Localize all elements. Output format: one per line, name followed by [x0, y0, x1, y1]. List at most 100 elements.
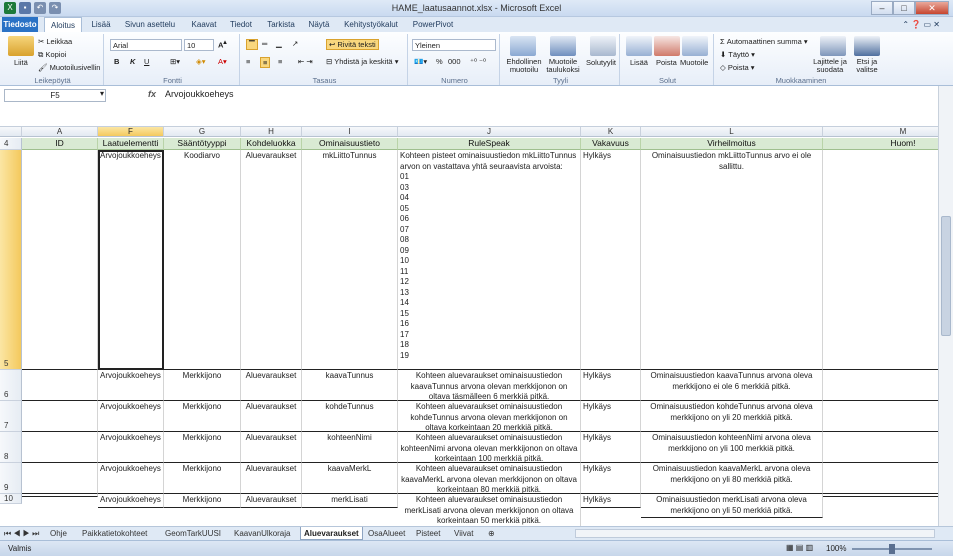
zoom-level[interactable]: 100% — [826, 544, 846, 553]
fill-color-icon[interactable]: ◈▾ — [196, 57, 206, 66]
sheet-tab-ohje[interactable]: Ohje — [50, 527, 67, 540]
tab-home[interactable]: Aloitus — [44, 17, 82, 32]
cell-f8[interactable]: Arvojoukkoeheys — [98, 432, 164, 463]
number-format-combo[interactable]: Yleinen — [412, 39, 496, 51]
tab-developer[interactable]: Kehitystyökalut — [340, 17, 402, 32]
cell-styles-icon[interactable] — [590, 36, 616, 56]
paste-icon[interactable] — [8, 36, 34, 56]
select-all-corner[interactable] — [0, 127, 22, 137]
tab-page-layout[interactable]: Sivun asettelu — [120, 17, 180, 32]
cell-f6[interactable]: Arvojoukkoeheys — [98, 370, 164, 401]
cell-g8[interactable]: Merkkijono — [164, 432, 241, 463]
format-cells-icon[interactable] — [682, 36, 708, 56]
sheet-tab-aluevaraukset[interactable]: Aluevaraukset — [300, 527, 363, 540]
cell-styles-button[interactable]: Solutyylit — [586, 58, 616, 67]
view-buttons[interactable]: ▦ ▤ ▥ — [786, 543, 813, 552]
ribbon-help-icons[interactable]: ⌃ ❓ ▭ ✕ — [880, 17, 940, 32]
insert-cells-icon[interactable] — [626, 36, 652, 56]
sheet-nav-icons[interactable]: ⏮ ◀ ▶ ⏭ — [4, 527, 39, 540]
indent-icons[interactable]: ⇤ ⇥ — [298, 57, 313, 66]
tab-data[interactable]: Tiedot — [226, 17, 256, 32]
borders-icon[interactable]: ⊞▾ — [170, 57, 180, 66]
maximize-button[interactable]: □ — [893, 1, 915, 15]
row-header-7[interactable]: 7 — [0, 401, 22, 432]
tab-file[interactable]: Tiedosto — [2, 17, 38, 32]
insert-function-icon[interactable]: fx — [148, 89, 156, 99]
cell-m5[interactable] — [823, 150, 938, 370]
merge-center-button[interactable]: ⊟ Yhdistä ja keskitä ▾ — [326, 57, 398, 66]
wrap-text-button[interactable]: ↩ Rivitä teksti — [326, 39, 379, 50]
cell-i10[interactable]: merkLisati — [302, 494, 398, 508]
row-header-5[interactable]: 5 — [0, 150, 22, 370]
sheet-tab-paikkatietokohteet[interactable]: Paikkatietokohteet — [82, 527, 147, 540]
align-middle-icon[interactable]: ═ — [262, 39, 267, 48]
cell-j10[interactable]: Kohteen aluevaraukset ominaisuustiedon m… — [398, 494, 581, 526]
row-header-10[interactable]: 10 — [0, 494, 22, 504]
row-header-6[interactable]: 6 — [0, 370, 22, 401]
column-header-g[interactable]: G — [164, 127, 241, 137]
sheet-tab-osaalueet[interactable]: OsaAlueet — [368, 527, 405, 540]
cell-l9[interactable]: Ominaisuustiedon kaavaMerkL arvona oleva… — [641, 463, 823, 494]
cell-j6[interactable]: Kohteen aluevaraukset ominaisuustiedon k… — [398, 370, 581, 401]
tab-review[interactable]: Tarkista — [262, 17, 300, 32]
cell-a9[interactable] — [22, 463, 98, 494]
decimal-icons[interactable]: ⁺⁰ ⁻⁰ — [470, 57, 486, 66]
copy-button[interactable]: ⧉ Kopioi — [38, 50, 66, 60]
cell-h5[interactable]: Aluevaraukset — [241, 150, 302, 370]
sheet-tab-kaavanulkoraja[interactable]: KaavanUlkoraja — [234, 527, 290, 540]
font-name-combo[interactable]: Arial — [110, 39, 182, 51]
font-size-combo[interactable]: 10 — [184, 39, 214, 51]
format-painter-button[interactable]: 🖌 Muotoilusivellin — [38, 63, 100, 72]
cell-g6[interactable]: Merkkijono — [164, 370, 241, 401]
insert-sheet-icon[interactable]: ⊕ — [488, 527, 495, 540]
align-bottom-icon[interactable]: ▁ — [276, 39, 282, 48]
cell-j9[interactable]: Kohteen aluevaraukset ominaisuustiedon k… — [398, 463, 581, 494]
thousands-button[interactable]: 000 — [448, 57, 461, 66]
cell-k10[interactable]: Hylkäys — [581, 494, 641, 508]
cell-h8[interactable]: Aluevaraukset — [241, 432, 302, 463]
font-color-icon[interactable]: A▾ — [218, 57, 227, 66]
scroll-thumb[interactable] — [941, 216, 951, 336]
sort-filter-icon[interactable] — [820, 36, 846, 56]
cell-h6[interactable]: Aluevaraukset — [241, 370, 302, 401]
sort-filter-button[interactable]: Lajittele ja suodata — [812, 58, 848, 74]
cell-l6[interactable]: Ominaisuustiedon kaavaTunnus arvona olev… — [641, 370, 823, 401]
conditional-format-icon[interactable] — [510, 36, 536, 56]
cell-f9[interactable]: Arvojoukkoeheys — [98, 463, 164, 494]
cell-i5[interactable]: mkLiittoTunnus — [302, 150, 398, 370]
column-header-a[interactable]: A — [22, 127, 98, 137]
fill-button[interactable]: ⬇ Täyttö ▾ — [720, 50, 755, 59]
cell-a10[interactable] — [22, 494, 98, 497]
worksheet-grid[interactable]: A F G H I J K L M 4 ID Laatuelementti Sääntötyyppi Ko… — [0, 127, 938, 526]
insert-cells-button[interactable]: Lisää — [630, 58, 648, 67]
cell-i6[interactable]: kaavaTunnus — [302, 370, 398, 401]
paste-button[interactable]: Liitä — [14, 58, 28, 67]
cell-a5[interactable] — [22, 150, 98, 370]
tab-powerpivot[interactable]: PowerPivot — [410, 17, 456, 32]
cell-f7[interactable]: Arvojoukkoeheys — [98, 401, 164, 432]
cell-k8[interactable]: Hylkäys — [581, 432, 641, 463]
zoom-slider-thumb[interactable] — [889, 544, 895, 554]
vertical-scrollbar[interactable] — [938, 86, 953, 526]
column-header-h[interactable]: H — [241, 127, 302, 137]
format-table-icon[interactable] — [550, 36, 576, 56]
cell-i7[interactable]: kohdeTunnus — [302, 401, 398, 432]
align-left-icon[interactable]: ≡ — [246, 57, 250, 66]
cell-f10[interactable]: Arvojoukkoeheys — [98, 494, 164, 508]
minimize-button[interactable]: – — [871, 1, 893, 15]
cell-m6[interactable] — [823, 370, 938, 401]
cell-m8[interactable] — [823, 432, 938, 463]
italic-button[interactable]: K — [130, 57, 135, 66]
orientation-icon[interactable]: ↗ — [292, 39, 298, 48]
column-header-k[interactable]: K — [581, 127, 641, 137]
cell-m10[interactable] — [823, 494, 938, 497]
column-header-j[interactable]: J — [398, 127, 581, 137]
cell-k5[interactable]: Hylkäys — [581, 150, 641, 370]
cell-j8[interactable]: Kohteen aluevaraukset ominaisuustiedon k… — [398, 432, 581, 463]
tab-view[interactable]: Näytä — [304, 17, 334, 32]
align-top-icon[interactable]: ▔ — [246, 39, 258, 50]
name-box-dropdown-icon[interactable]: ▾ — [100, 89, 104, 98]
row-header-8[interactable]: 8 — [0, 432, 22, 463]
autosum-button[interactable]: Σ Automaattinen summa ▾ — [720, 37, 808, 46]
column-header-m[interactable]: M — [823, 127, 938, 137]
